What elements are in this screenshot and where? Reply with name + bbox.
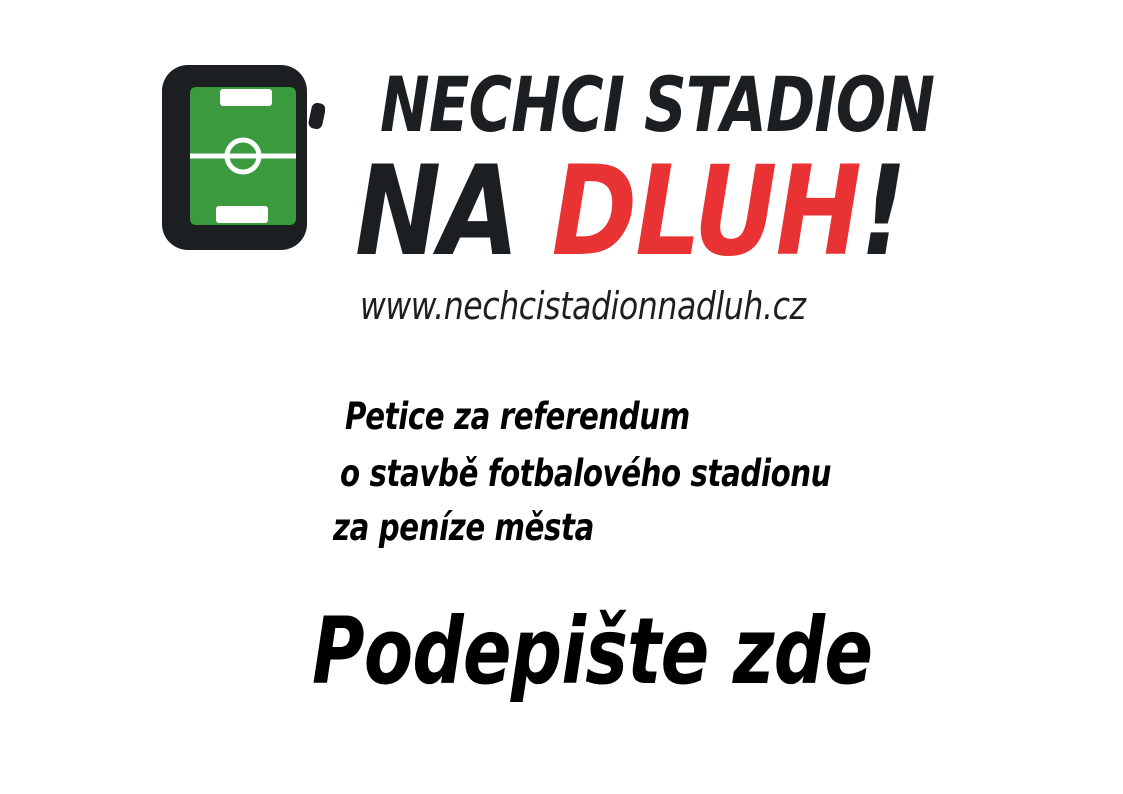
logo-title-dluh: DLUH (551, 140, 862, 284)
petition-line-2: o stavbě fotbalového stadionu (340, 452, 832, 495)
petition-line-1: Petice za referendum (345, 395, 690, 438)
petition-line-3: za peníze města (333, 506, 594, 549)
logo-title-line1: NECHCI STADION (380, 60, 935, 149)
logo-title-na: NA (355, 140, 552, 284)
logo-title-exclamation: ! (860, 140, 907, 284)
sign-here-heading: Podepište zde (312, 598, 873, 705)
logo-icon (160, 63, 326, 253)
logo-title-line2: NA DLUH! (355, 150, 907, 274)
website-url: www.nechcistadionnadluh.cz (360, 284, 806, 328)
football-pitch-icon (162, 65, 326, 250)
